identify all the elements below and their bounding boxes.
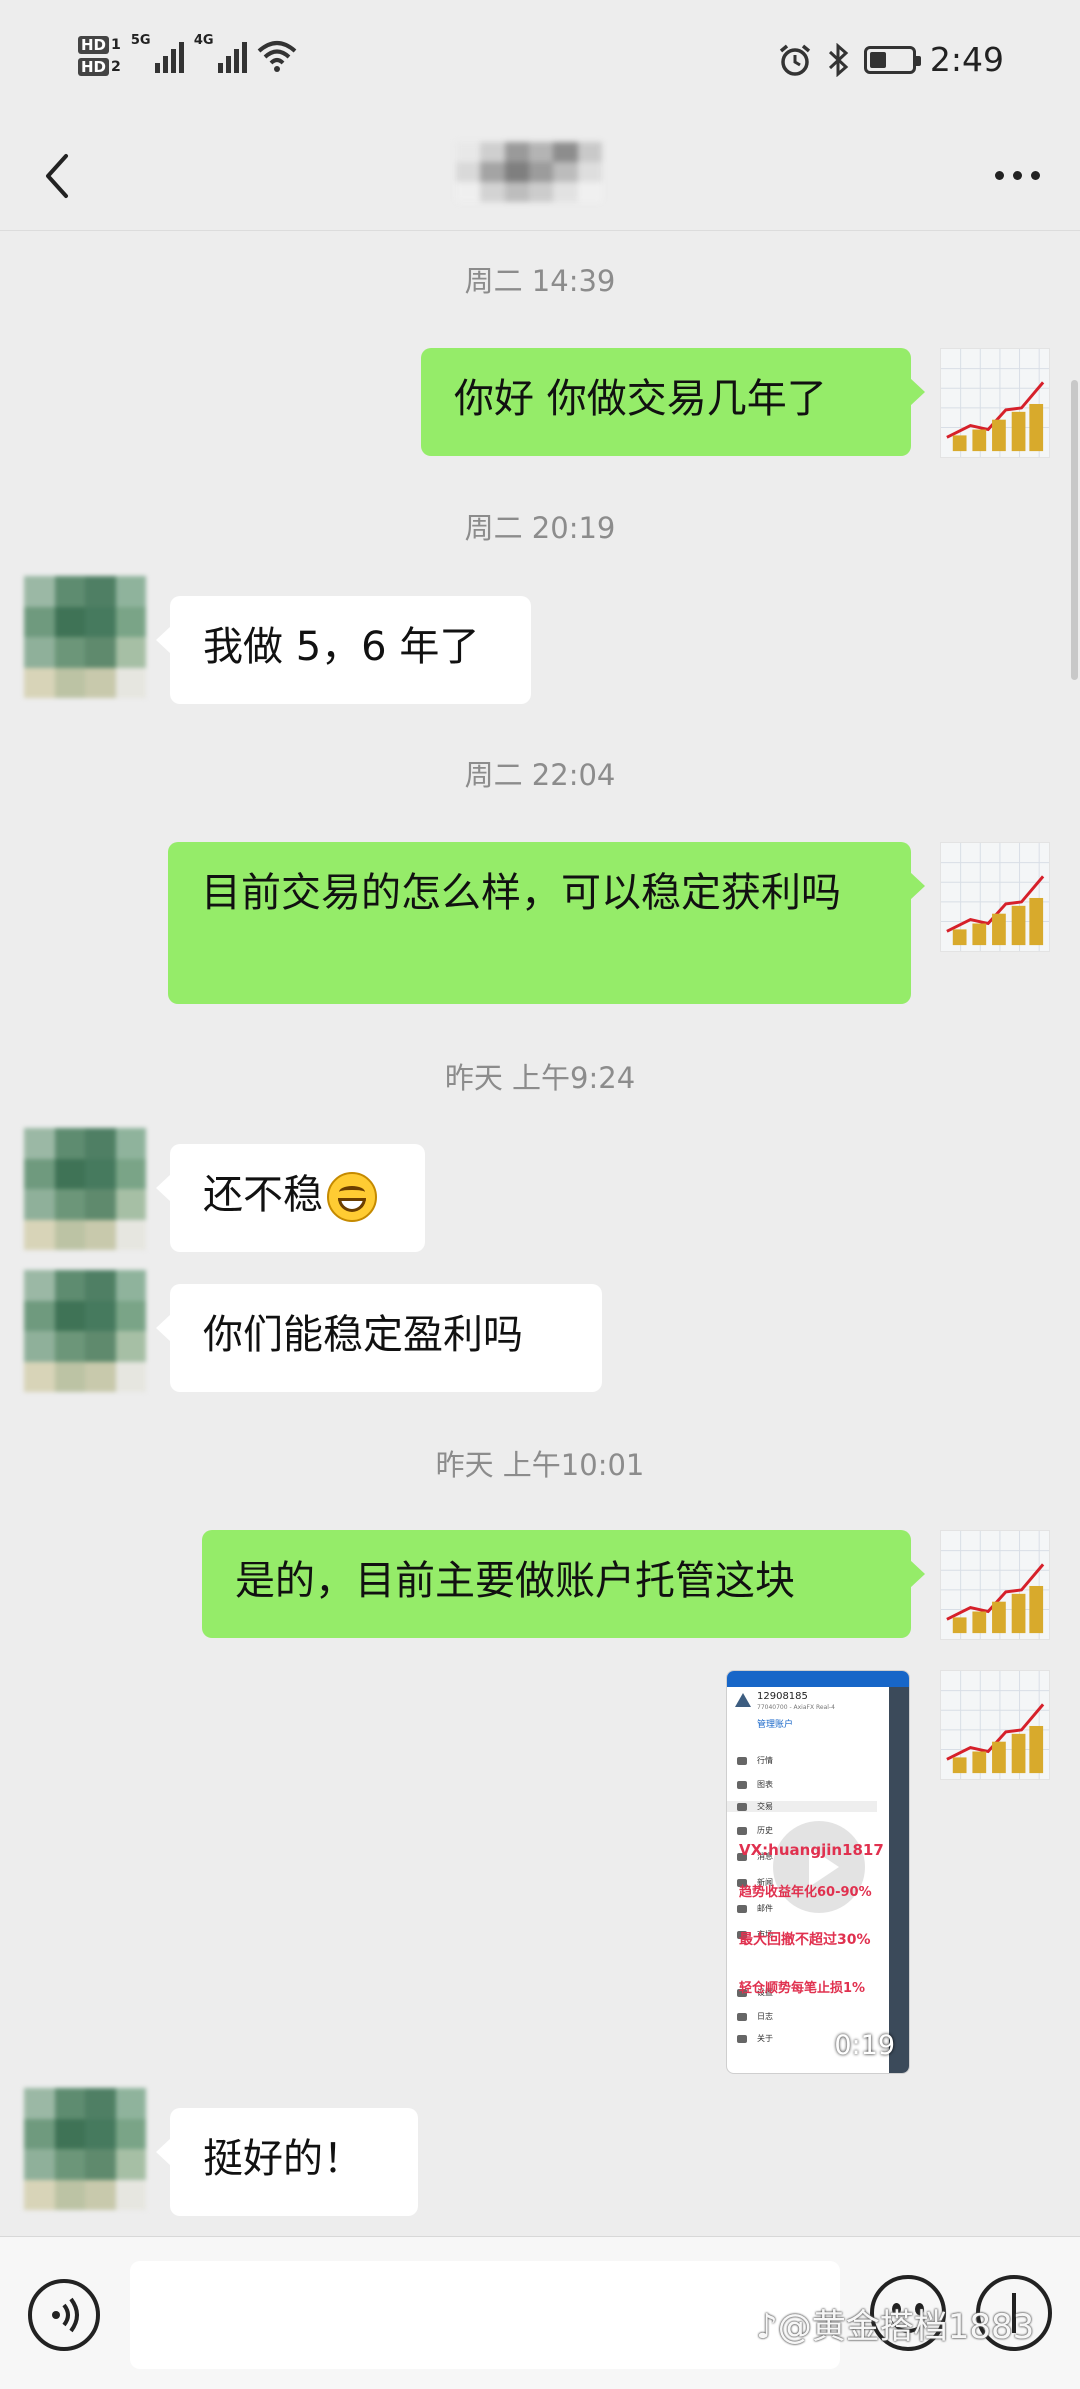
contact-avatar[interactable] (24, 576, 146, 698)
signal-bars-icon (154, 39, 184, 73)
timestamp: 周二 14:39 (464, 264, 616, 298)
message-bubble-received[interactable]: 我做 5，6 年了 (156, 596, 531, 704)
hd1-label: HD (78, 36, 110, 54)
chat-header (0, 130, 1080, 231)
contact-avatar[interactable] (24, 1128, 146, 1250)
contact-avatar[interactable] (24, 1270, 146, 1392)
video-overlay-text: VX:huangjin1817 (739, 1841, 884, 1859)
my-avatar[interactable] (940, 842, 1050, 952)
net2-label: 4G (193, 33, 214, 48)
input-bar: ♪@黄金搭档1883 (0, 2236, 1080, 2389)
my-avatar[interactable] (940, 1530, 1050, 1640)
video-overlay-text: 轻仓顺势每笔止损1% (739, 1981, 866, 1996)
timestamp: 周二 20:19 (464, 511, 616, 545)
logo-icon (735, 1693, 751, 1707)
message-text: 你们能稳定盈利吗 (203, 1312, 523, 1358)
video-menu-item: 历史 (737, 1825, 773, 1836)
message-text: 挺好的！ (203, 2136, 363, 2182)
battery-icon (863, 45, 921, 74)
message-bubble-sent[interactable]: 目前交易的怎么样，可以稳定获利吗 (168, 842, 925, 1004)
grinning-face-emoji (327, 1172, 377, 1222)
account-subtitle: 77040700 - AxiaFX Real-4 (757, 1704, 835, 1711)
message-text: 你好 你做交易几年了 (454, 376, 827, 422)
my-avatar[interactable] (940, 1670, 1050, 1780)
message-bubble-sent[interactable]: 你好 你做交易几年了 (421, 348, 925, 456)
message-input[interactable] (130, 2261, 840, 2369)
video-message[interactable]: 12908185 77040700 - AxiaFX Real-4 管理账户 行… (726, 1670, 910, 2074)
video-overlay-text: 趋势收益年化60-90% (739, 1885, 872, 1900)
back-arrow-icon[interactable] (36, 140, 96, 210)
video-menu-item: 图表 (737, 1779, 773, 1790)
video-overlay-text: 最大回撤不超过30% (739, 1932, 871, 1948)
video-side-panel (889, 1687, 909, 2073)
message-text: 我做 5，6 年了 (203, 624, 480, 670)
signal-4g: 4G (194, 33, 247, 73)
contact-name-blurred (456, 142, 602, 202)
hd1-sub: 1 (111, 37, 121, 53)
video-menu-item: 关于 (737, 2033, 773, 2044)
my-avatar[interactable] (940, 348, 1050, 458)
contact-avatar[interactable] (24, 2088, 146, 2210)
message-text: 还不稳 (203, 1172, 323, 1218)
message-text: 目前交易的怎么样，可以稳定获利吗 (201, 870, 841, 916)
more-dots-icon[interactable] (982, 150, 1052, 200)
video-menu-item: 邮件 (737, 1903, 773, 1914)
voice-icon[interactable] (28, 2279, 100, 2351)
message-bubble-sent[interactable]: 是的，目前主要做账户托管这块 (202, 1530, 925, 1638)
status-right: 2:49 (778, 40, 1004, 79)
video-duration: 0:19 (834, 2030, 895, 2061)
bluetooth-icon (828, 42, 849, 77)
watermark: ♪@黄金搭档1883 (756, 2307, 1035, 2347)
video-menu-item: 日志 (737, 2011, 773, 2022)
status-bar: HD 1 HD 2 5G 4G 2:49 (0, 0, 1080, 130)
signal-5g: 5G (131, 33, 184, 73)
video-statusbar (727, 1671, 909, 1687)
hd2-label: HD (78, 58, 110, 76)
clock: 2:49 (929, 40, 1004, 79)
alarm-icon (779, 44, 811, 76)
status-left: HD 1 HD 2 5G 4G (78, 33, 297, 76)
account-number: 12908185 (757, 1691, 808, 1702)
video-menu-item: 行情 (737, 1755, 773, 1766)
video-menu-item: 交易 (727, 1801, 877, 1812)
scrollbar[interactable] (1071, 380, 1078, 680)
message-bubble-received[interactable]: 挺好的！ (156, 2108, 418, 2216)
timestamp: 周二 22:04 (464, 758, 616, 792)
signal-bars-icon (217, 39, 247, 73)
wifi-icon (257, 41, 297, 72)
message-bubble-received[interactable]: 还不稳 (156, 1144, 425, 1252)
hd2-sub: 2 (111, 59, 121, 75)
net1-label: 5G (130, 33, 151, 48)
message-text: 是的，目前主要做账户托管这块 (235, 1558, 795, 1604)
timestamp: 昨天 上午10:01 (435, 1448, 645, 1482)
hd-indicator: HD 1 HD 2 (78, 36, 121, 76)
message-bubble-received[interactable]: 你们能稳定盈利吗 (156, 1284, 602, 1392)
manage-account-link: 管理账户 (757, 1720, 794, 1730)
timestamp: 昨天 上午9:24 (444, 1061, 636, 1095)
